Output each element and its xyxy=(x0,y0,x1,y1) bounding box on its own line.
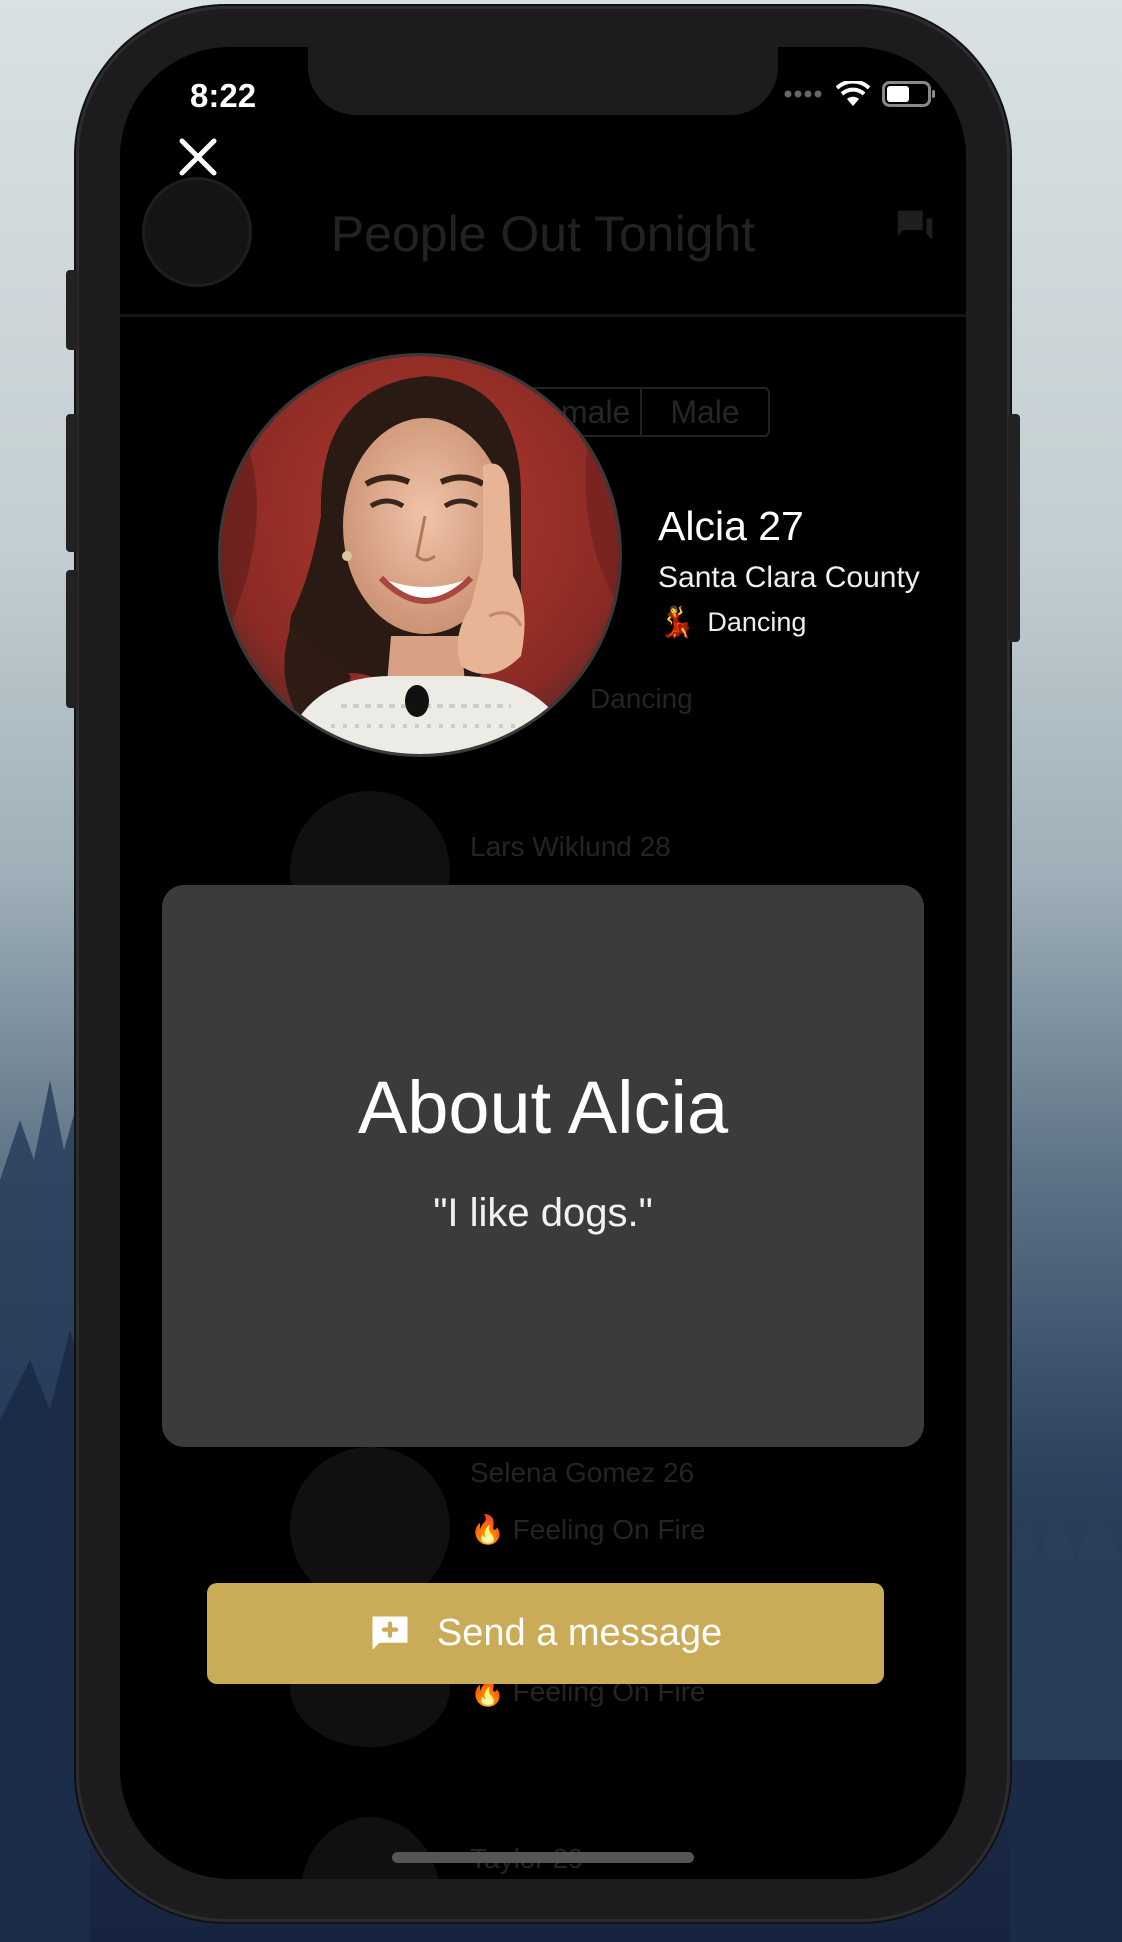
close-icon[interactable] xyxy=(176,135,220,179)
status-indicators xyxy=(784,81,936,107)
list-item-avatar xyxy=(300,1817,440,1879)
send-message-button[interactable]: Send a message xyxy=(207,1583,884,1684)
about-quote: "I like dogs." xyxy=(433,1191,653,1235)
volume-up-button xyxy=(66,414,78,552)
cellular-signal-icon xyxy=(784,90,822,98)
send-message-label: Send a message xyxy=(436,1612,723,1654)
phone-screen: People Out Tonight Female Male Dancing L… xyxy=(120,47,966,1879)
status-time: 8:22 xyxy=(190,77,257,114)
add-comment-icon xyxy=(372,1616,408,1650)
home-indicator[interactable] xyxy=(392,1852,694,1863)
profile-name: Alcia 27 xyxy=(658,503,804,549)
list-item-name: Lars Wiklund 28 xyxy=(470,831,671,862)
profile-activity-label: Dancing xyxy=(707,607,807,637)
gender-option-male: Male xyxy=(640,389,768,435)
profile-photo xyxy=(218,353,622,757)
list-item: Taylor 29 xyxy=(290,1817,890,1879)
profile-portrait xyxy=(221,356,619,754)
about-title: About Alcia xyxy=(357,1066,729,1149)
mute-switch xyxy=(66,270,78,350)
about-card: About Alcia "I like dogs." xyxy=(162,885,924,1447)
volume-down-button xyxy=(66,570,78,708)
profile-location: Santa Clara County xyxy=(658,561,920,594)
list-item-name: Selena Gomez 26 xyxy=(470,1457,695,1488)
list-item-status: 🔥 Feeling On Fire xyxy=(470,1514,706,1545)
list-item: 🔥 Feeling On Fire xyxy=(290,1627,890,1827)
list-item-status: Dancing xyxy=(590,683,693,714)
battery-icon xyxy=(882,81,935,107)
dancing-icon: 💃 xyxy=(658,606,696,639)
wifi-icon xyxy=(836,81,870,106)
background-title: People Out Tonight xyxy=(330,206,756,262)
notch xyxy=(308,47,778,115)
power-button xyxy=(1008,414,1020,642)
profile-activity: 💃 Dancing xyxy=(658,605,806,640)
chat-icon xyxy=(897,210,933,240)
